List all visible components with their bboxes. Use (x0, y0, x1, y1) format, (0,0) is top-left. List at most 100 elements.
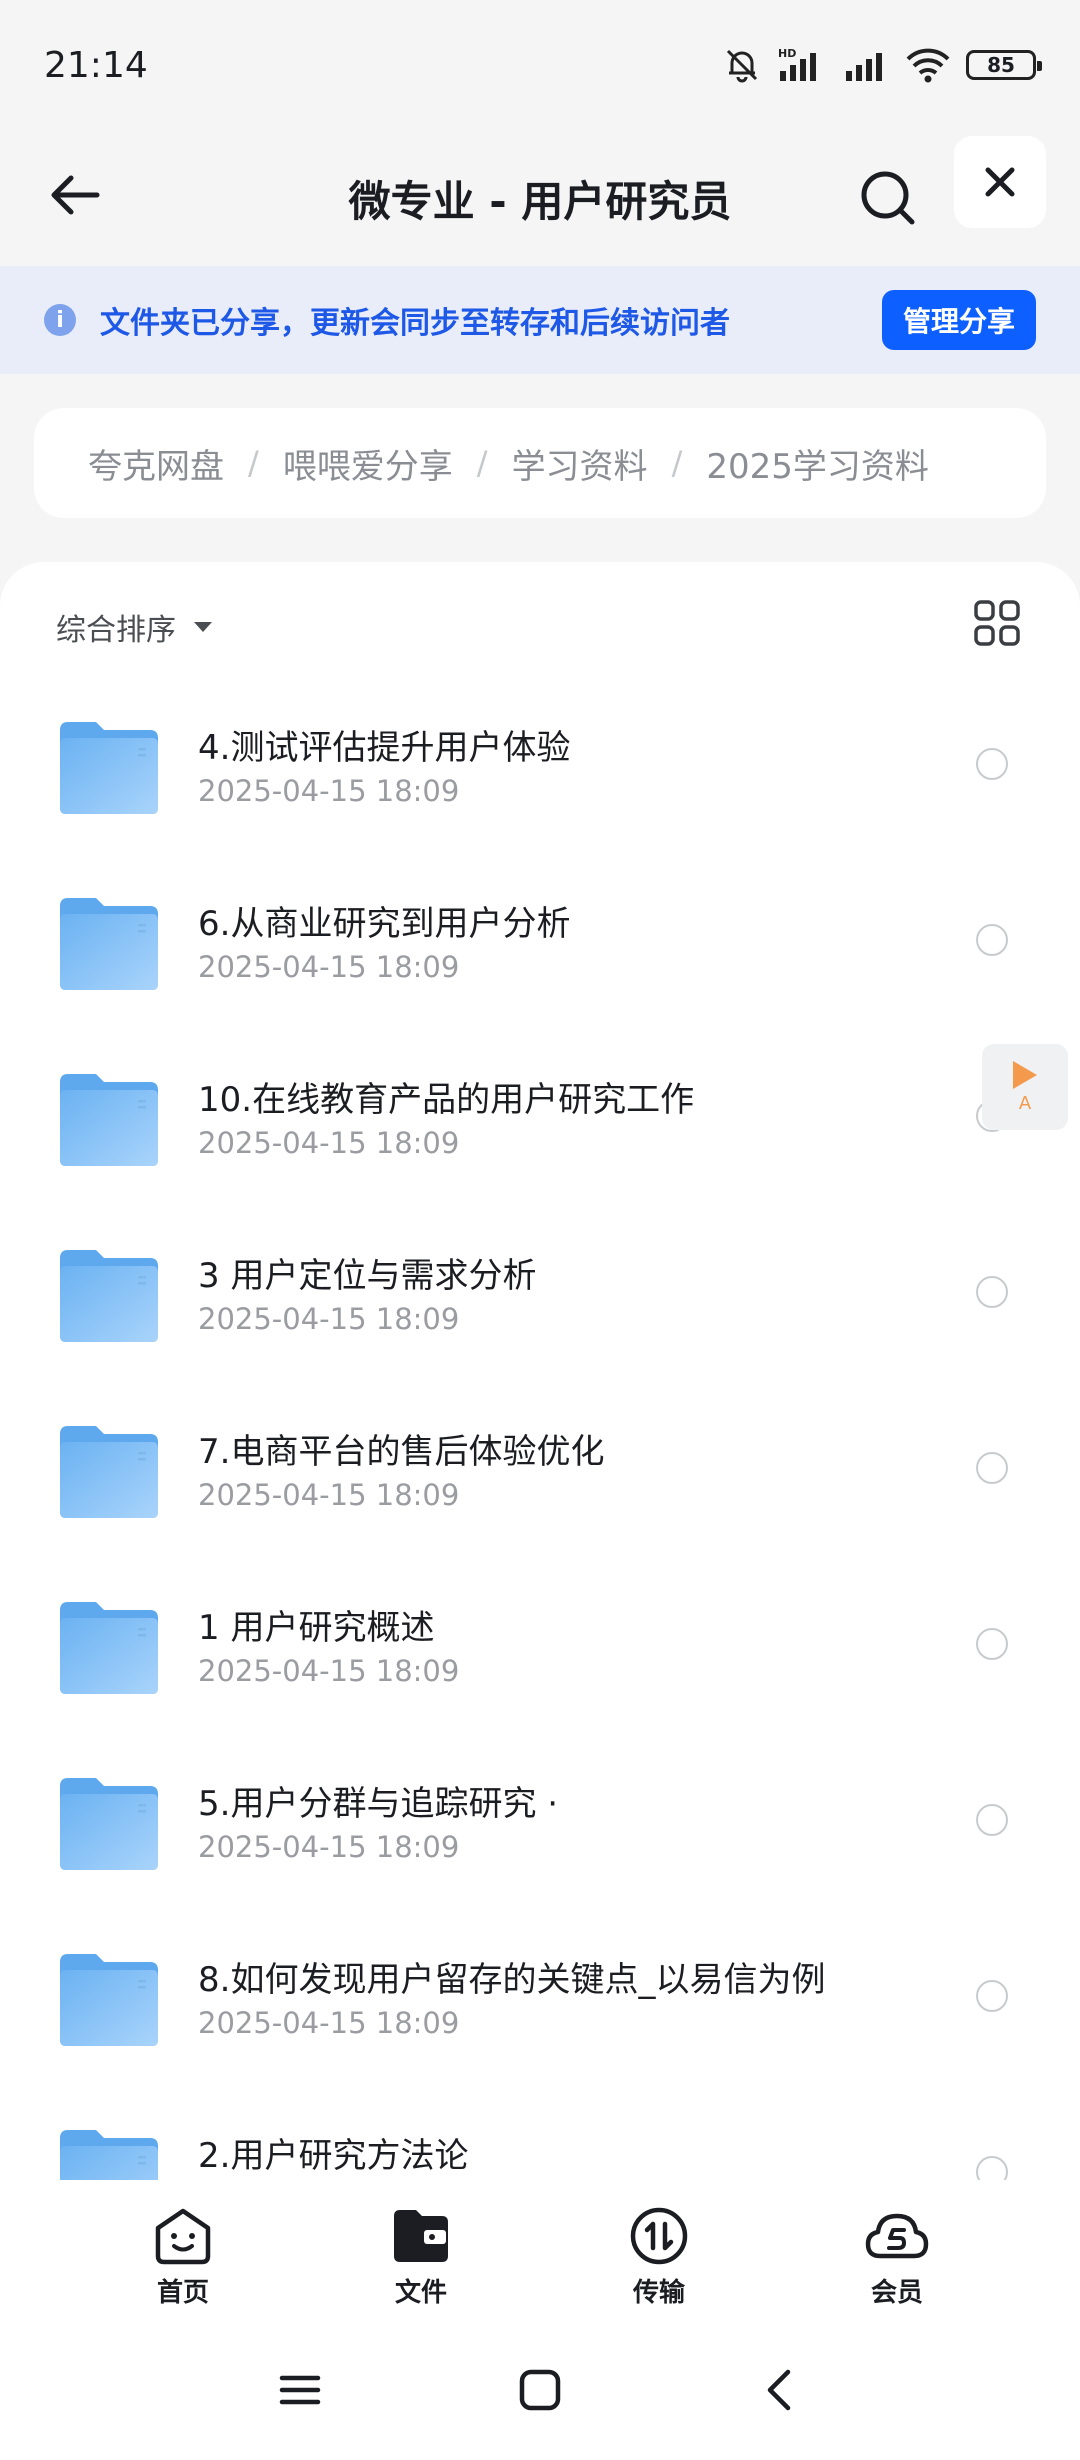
folder-icon (60, 1426, 158, 1518)
floating-video-tab[interactable]: A (982, 1044, 1068, 1130)
file-name: 5.用户分群与追踪研究 · (198, 1784, 559, 1824)
transfer-icon (630, 2207, 688, 2265)
search-icon (861, 171, 915, 225)
breadcrumb-track: 夸克网盘 / 喂喂爱分享 / 学习资料 / 2025学习资料 (88, 439, 988, 488)
file-date: 2025-04-15 18:09 (198, 1126, 460, 1160)
back-button[interactable] (40, 160, 110, 230)
breadcrumb-item-quark[interactable]: 夸克网盘 (88, 439, 224, 488)
bottom-nav: 首页 文件 传输 会员 (0, 2180, 1080, 2320)
select-checkbox[interactable] (976, 1452, 1008, 1484)
file-date: 2025-04-15 18:09 (198, 774, 460, 808)
file-row[interactable]: 10.在线教育产品的用户研究工作 2025-04-15 18:09 (0, 1042, 1080, 1218)
share-banner: i 文件夹已分享，更新会同步至转存和后续访问者 管理分享 (0, 266, 1080, 374)
nav-label-transfer: 传输 (632, 2278, 685, 2308)
folder-icon (60, 1602, 158, 1694)
breadcrumb-separator: / (248, 444, 259, 482)
status-time: 21:14 (44, 44, 148, 86)
info-icon: i (44, 304, 76, 336)
header: 微专业 - 用户研究员 (0, 130, 1080, 266)
select-checkbox[interactable] (976, 2156, 1008, 2180)
close-icon (985, 167, 1015, 197)
manage-share-button[interactable]: 管理分享 (882, 290, 1036, 350)
floating-tab-label: A (1018, 1092, 1032, 1114)
grid-view-icon (974, 600, 1020, 646)
file-row[interactable]: 6.从商业研究到用户分析 2025-04-15 18:09 (0, 866, 1080, 1042)
nav-label-home: 首页 (156, 2278, 209, 2308)
chevron-left-icon (767, 2369, 791, 2411)
square-home-icon (519, 2369, 561, 2411)
file-name: 8.如何发现用户留存的关键点_以易信为例 (198, 1960, 826, 2000)
hd-signal-icon: HD (778, 47, 816, 81)
file-name: 2.用户研究方法论 (198, 2136, 469, 2176)
file-date: 2025-04-15 18:09 (198, 1478, 460, 1512)
file-row[interactable]: 4.测试评估提升用户体验 2025-04-15 18:09 (0, 690, 1080, 866)
file-date: 2025-04-15 18:09 (198, 1830, 460, 1864)
signal-icon (846, 53, 882, 81)
select-checkbox[interactable] (976, 1980, 1008, 2012)
file-name: 1 用户研究概述 (198, 1608, 435, 1648)
file-list: 4.测试评估提升用户体验 2025-04-15 18:09 6.从商业研究到用户… (0, 690, 1080, 2180)
sort-label: 综合排序 (56, 613, 176, 648)
search-button[interactable] (850, 160, 926, 236)
menu-icon (279, 2375, 321, 2405)
folder-icon (60, 1074, 158, 1166)
vip-cloud-icon (865, 2213, 929, 2259)
nav-vip[interactable]: 会员 (827, 2206, 967, 2309)
file-panel: 综合排序 4.测试评估提升用户体验 2025-04-15 18:09 6.从商业… (0, 562, 1080, 2180)
file-date: 2025-04-15 18:09 (198, 1302, 460, 1336)
folder-wallet-icon (394, 2210, 448, 2262)
system-back-button[interactable] (750, 2360, 810, 2420)
file-row[interactable]: 5.用户分群与追踪研究 · 2025-04-15 18:09 (0, 1746, 1080, 1922)
file-row[interactable]: 7.电商平台的售后体验优化 2025-04-15 18:09 (0, 1394, 1080, 1570)
folder-icon (60, 722, 158, 814)
file-name: 6.从商业研究到用户分析 (198, 904, 571, 944)
sort-dropdown[interactable]: 综合排序 (56, 602, 212, 652)
folder-icon (60, 1954, 158, 2046)
select-checkbox[interactable] (976, 1276, 1008, 1308)
file-date: 2025-04-15 18:09 (198, 950, 460, 984)
home-button[interactable] (510, 2360, 570, 2420)
wifi-icon (906, 48, 950, 83)
home-face-icon (155, 2208, 211, 2265)
breadcrumb-item-2025[interactable]: 2025学习资料 (706, 439, 929, 488)
nav-files[interactable]: 文件 (351, 2206, 491, 2309)
svg-text:HD: HD (778, 47, 796, 60)
file-name: 4.测试评估提升用户体验 (198, 728, 571, 768)
file-row[interactable]: 8.如何发现用户留存的关键点_以易信为例 2025-04-15 18:09 (0, 1922, 1080, 2098)
breadcrumb-item-share[interactable]: 喂喂爱分享 (283, 439, 453, 488)
select-checkbox[interactable] (976, 1804, 1008, 1836)
share-banner-text: 文件夹已分享，更新会同步至转存和后续访问者 (100, 306, 730, 341)
breadcrumb: 夸克网盘 / 喂喂爱分享 / 学习资料 / 2025学习资料 (34, 408, 1046, 518)
caret-down-icon (194, 622, 212, 632)
file-name: 10.在线教育产品的用户研究工作 (198, 1080, 695, 1120)
breadcrumb-item-study[interactable]: 学习资料 (512, 439, 648, 488)
file-name: 3 用户定位与需求分析 (198, 1256, 537, 1296)
breadcrumb-separator: / (476, 444, 488, 482)
nav-label-files: 文件 (394, 2278, 447, 2308)
file-date: 2025-04-15 18:09 (198, 2006, 460, 2040)
battery-icon: 85 (966, 50, 1042, 80)
battery-level: 85 (987, 53, 1015, 77)
file-row[interactable]: 3 用户定位与需求分析 2025-04-15 18:09 (0, 1218, 1080, 1394)
select-checkbox[interactable] (976, 924, 1008, 956)
select-checkbox[interactable] (976, 1628, 1008, 1660)
folder-icon (60, 1250, 158, 1342)
nav-label-vip: 会员 (870, 2278, 923, 2308)
breadcrumb-separator: / (671, 444, 683, 482)
select-checkbox[interactable] (976, 748, 1008, 780)
grid-view-button[interactable] (972, 598, 1022, 648)
play-icon (1013, 1060, 1037, 1089)
file-date: 2025-04-15 18:09 (198, 1654, 460, 1688)
file-row[interactable]: 1 用户研究概述 2025-04-15 18:09 (0, 1570, 1080, 1746)
status-bar: 21:14 HD 85 (0, 0, 1080, 130)
folder-icon (60, 2130, 158, 2180)
bell-muted-icon (726, 49, 758, 83)
nav-home[interactable]: 首页 (113, 2206, 253, 2309)
folder-icon (60, 898, 158, 990)
file-name: 7.电商平台的售后体验优化 (198, 1432, 605, 1472)
close-button[interactable] (954, 136, 1046, 228)
file-row[interactable]: 2.用户研究方法论 (0, 2098, 1080, 2180)
folder-icon (60, 1778, 158, 1870)
menu-button[interactable] (270, 2360, 330, 2420)
nav-transfer[interactable]: 传输 (589, 2206, 729, 2309)
